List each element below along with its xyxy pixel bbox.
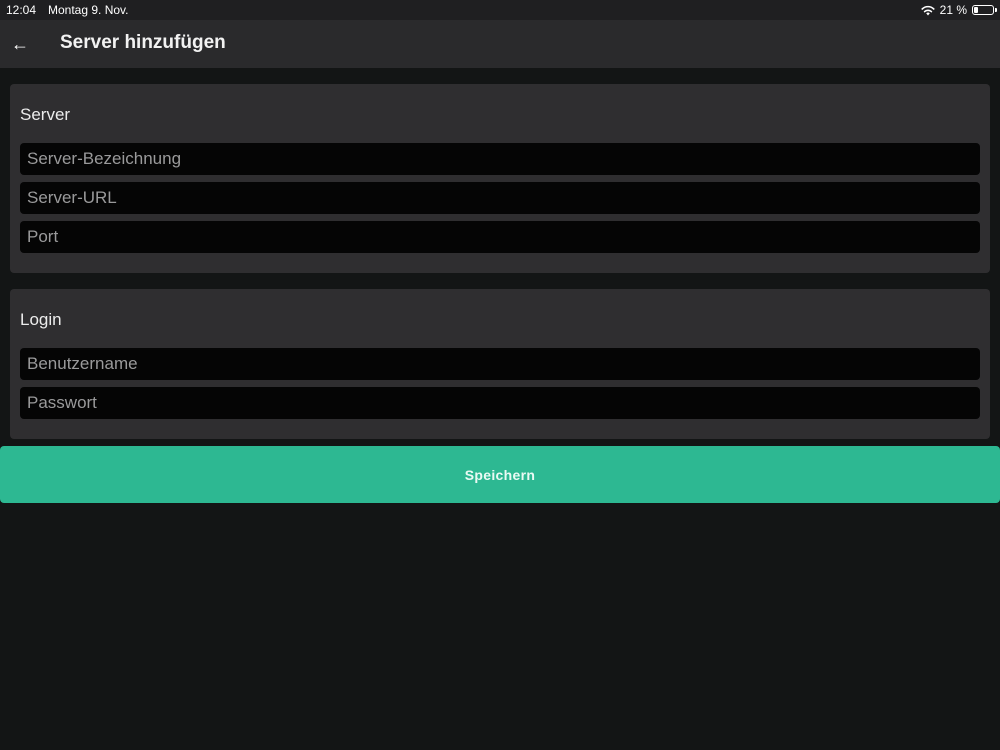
- status-indicators: 21 %: [921, 3, 997, 17]
- status-date: Montag 9. Nov.: [48, 3, 129, 17]
- status-time: 12:04: [6, 3, 37, 17]
- password-input[interactable]: [20, 387, 980, 419]
- battery-tip: [995, 8, 997, 12]
- server-name-input[interactable]: [20, 143, 980, 175]
- login-section: Login: [10, 289, 990, 439]
- wifi-icon: [921, 5, 935, 15]
- back-arrow-icon[interactable]: ←: [10, 32, 30, 56]
- username-input[interactable]: [20, 348, 980, 380]
- login-section-title: Login: [20, 310, 62, 329]
- battery-icon: [972, 5, 997, 15]
- server-url-input[interactable]: [20, 182, 980, 214]
- battery-level: [974, 7, 978, 13]
- server-section: Server: [10, 84, 990, 273]
- app-bar: ← Server hinzufügen: [0, 20, 1000, 68]
- port-input[interactable]: [20, 221, 980, 253]
- save-button[interactable]: Speichern: [0, 446, 1000, 503]
- server-section-title: Server: [20, 105, 71, 124]
- status-bar: 12:04 Montag 9. Nov. 21 %: [0, 0, 1000, 20]
- page-title: Server hinzufügen: [60, 32, 226, 53]
- battery-percentage: 21 %: [939, 3, 967, 17]
